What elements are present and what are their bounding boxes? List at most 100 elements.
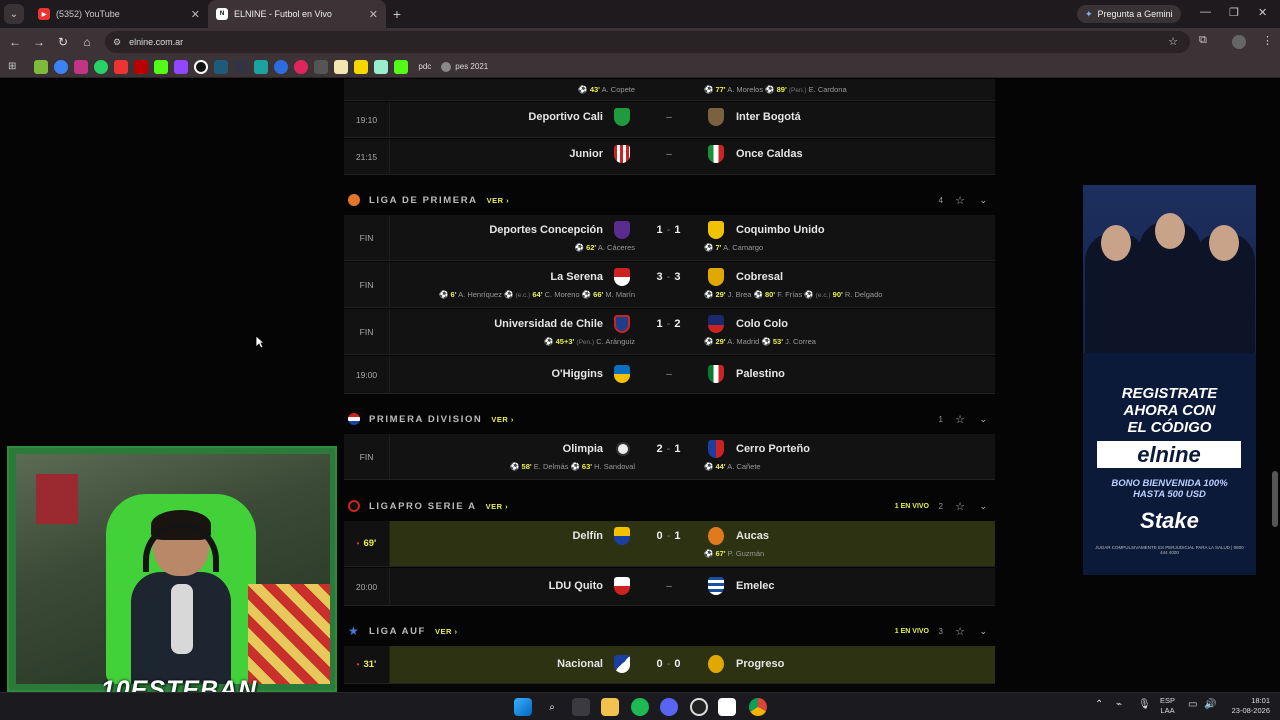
search-icon[interactable]: ⌕ xyxy=(543,698,561,716)
match-row[interactable]: FIN La Serena 3-3 Cobresal ⚽ 6' A. Henrí… xyxy=(344,262,995,308)
bookmark-icon[interactable] xyxy=(234,59,249,74)
bookmark-icon[interactable] xyxy=(54,59,69,74)
team-crest-icon xyxy=(614,145,630,163)
tab-youtube[interactable]: ▶ (5352) YouTube ✕ xyxy=(30,0,208,28)
match-row-partial[interactable]: ⚽ 43' A. Copete ⚽ 77' A. Morelos ⚽ 89' (… xyxy=(344,79,995,101)
live-dot-icon: • xyxy=(356,660,360,669)
chevron-down-icon[interactable]: ⌄ xyxy=(979,626,987,637)
home-icon[interactable]: ⌂ xyxy=(75,35,99,49)
match-row-live[interactable]: • 31' Nacional 0-0 Progreso xyxy=(344,646,995,684)
menu-icon[interactable]: ⋮ xyxy=(1262,34,1273,47)
language-indicator[interactable]: ESP LAA xyxy=(1160,696,1175,716)
chevron-down-icon[interactable]: ⌄ xyxy=(979,501,987,512)
ver-link[interactable]: VER › xyxy=(486,502,509,511)
league-header-ligapro[interactable]: LIGAPRO SERIE A VER › 1 EN VIVO 2 ☆ ⌄ xyxy=(344,492,995,520)
close-window-icon[interactable]: ✕ xyxy=(1258,6,1267,19)
bookmark-icon[interactable] xyxy=(114,59,129,74)
match-row[interactable]: 19:00 O'Higgins – Palestino xyxy=(344,356,995,394)
tab-search-icon[interactable]: ⌄ xyxy=(4,4,24,24)
youtube-icon: ▶ xyxy=(38,8,50,20)
match-row[interactable]: FIN Olimpia 2-1 Cerro Porteño ⚽ 58' E. D… xyxy=(344,434,995,480)
team-crest-icon xyxy=(708,108,724,126)
league-header-liga-de-primera[interactable]: LIGA DE PRIMERA VER › 4 ☆ ⌄ xyxy=(344,186,995,214)
bookmark-icon[interactable] xyxy=(374,59,389,74)
bookmark-icon[interactable] xyxy=(174,59,189,74)
favorite-star-icon[interactable]: ☆ xyxy=(955,194,965,207)
gemini-button[interactable]: ✦ Pregunta a Gemini xyxy=(1077,5,1181,23)
ver-link[interactable]: VER › xyxy=(487,196,510,205)
bookmark-icon[interactable] xyxy=(134,59,149,74)
forward-icon[interactable]: → xyxy=(27,35,51,49)
chevron-down-icon[interactable]: ⌄ xyxy=(979,195,987,206)
away-team: Colo Colo xyxy=(736,318,788,330)
bookmark-icon[interactable] xyxy=(354,59,369,74)
windows-start-icon[interactable] xyxy=(514,698,532,716)
match-row[interactable]: FIN Deportes Concepción 1-1 Coquimbo Uni… xyxy=(344,215,995,261)
network-icon[interactable]: ⌁ xyxy=(1116,699,1122,710)
ver-link[interactable]: VER › xyxy=(435,627,458,636)
site-info-icon[interactable]: ⚙ xyxy=(113,37,121,48)
bookmark-icon[interactable] xyxy=(254,59,269,74)
ad-bonus: BONO BIENVENIDA 100% HASTA 500 USD xyxy=(1111,478,1228,500)
capcut-icon[interactable] xyxy=(718,698,736,716)
favorite-star-icon[interactable]: ☆ xyxy=(955,500,965,513)
star-league-icon: ★ xyxy=(348,624,359,638)
bookmark-icon[interactable] xyxy=(94,59,109,74)
minimize-icon[interactable]: — xyxy=(1200,6,1211,18)
bookmark-pdc[interactable]: pdc xyxy=(418,62,431,71)
display-icon[interactable]: ▭ xyxy=(1188,699,1197,710)
league-header-liga-auf[interactable]: ★ LIGA AUF VER › 1 EN VIVO 3 ☆ ⌄ xyxy=(344,617,995,645)
address-bar[interactable]: ⚙ elnine.com.ar ☆ xyxy=(105,31,1190,53)
bookmark-icon[interactable] xyxy=(34,59,49,74)
tray-chevron-up-icon[interactable]: ⌃ xyxy=(1095,699,1103,710)
bookmark-icon[interactable] xyxy=(334,59,349,74)
bookmark-star-icon[interactable]: ☆ xyxy=(1168,35,1178,48)
live-badge: 1 EN VIVO xyxy=(894,502,929,510)
bookmark-icon[interactable] xyxy=(154,59,169,74)
reload-icon[interactable]: ↻ xyxy=(51,35,75,49)
chrome-icon[interactable] xyxy=(749,698,767,716)
favorite-star-icon[interactable]: ☆ xyxy=(955,413,965,426)
file-explorer-icon[interactable] xyxy=(601,698,619,716)
restore-icon[interactable]: ❐ xyxy=(1229,6,1239,19)
team-crest-icon xyxy=(708,315,724,333)
apps-icon[interactable]: ⊞ xyxy=(8,61,16,72)
bookmark-icon[interactable] xyxy=(294,59,309,74)
back-icon[interactable]: ← xyxy=(3,35,27,49)
bookmark-pes-2021[interactable]: pes 2021 xyxy=(441,61,488,72)
task-view-icon[interactable] xyxy=(572,698,590,716)
favorite-star-icon[interactable]: ☆ xyxy=(955,625,965,638)
bookmark-icon[interactable] xyxy=(74,59,89,74)
obs-icon[interactable] xyxy=(690,698,708,716)
match-row[interactable]: 21:15 Junior – Once Caldas xyxy=(344,139,995,175)
extensions-icon[interactable]: ⧉ xyxy=(1199,34,1207,47)
home-goals: ⚽ 62' A. Cáceres xyxy=(574,243,635,252)
discord-icon[interactable] xyxy=(660,698,678,716)
ver-link[interactable]: VER › xyxy=(491,415,514,424)
match-row[interactable]: FIN Universidad de Chile 1-2 Colo Colo ⚽… xyxy=(344,309,995,355)
league-header-primera-division[interactable]: PRIMERA DIVISION VER › 1 ☆ ⌄ xyxy=(344,405,995,433)
match-row-live[interactable]: • 69' Delfín 0-1 Aucas ⚽ 67' P. Guzmán xyxy=(344,521,995,567)
spotify-icon[interactable] xyxy=(631,698,649,716)
bookmark-icon[interactable] xyxy=(194,59,209,74)
close-tab-icon[interactable]: ✕ xyxy=(191,8,200,21)
bookmark-icon[interactable] xyxy=(214,59,229,74)
bookmark-icon[interactable] xyxy=(274,59,289,74)
profile-avatar[interactable] xyxy=(1232,35,1246,49)
new-tab-button[interactable]: + xyxy=(386,6,408,22)
bookmark-icon[interactable] xyxy=(394,59,409,74)
match-row[interactable]: 19:10 Deportivo Cali – Inter Bogotá xyxy=(344,102,995,138)
close-tab-icon[interactable]: ✕ xyxy=(369,8,378,21)
score: 2-1 xyxy=(656,443,682,455)
match-row[interactable]: 20:00 LDU Quito – Emelec xyxy=(344,568,995,606)
team-crest-icon xyxy=(614,365,630,383)
page-scrollbar[interactable] xyxy=(1272,471,1278,527)
system-clock[interactable]: 18:01 23-08-2026 xyxy=(1222,696,1270,716)
tab-elnine[interactable]: N ELNINE - Futbol en Vivo ✕ xyxy=(208,0,386,28)
chevron-down-icon[interactable]: ⌄ xyxy=(979,414,987,425)
bookmark-icon[interactable] xyxy=(314,59,329,74)
stake-ad-banner[interactable]: REGISTRATE AHORA CON EL CÓDIGO elnine BONO… xyxy=(1083,185,1256,575)
volume-icon[interactable]: 🔊 xyxy=(1204,699,1216,710)
microphone-tray-icon[interactable]: 🎙 xyxy=(1138,699,1151,710)
home-goals: ⚽ 45+3' (Pen.) C. Aránguiz xyxy=(544,337,635,346)
